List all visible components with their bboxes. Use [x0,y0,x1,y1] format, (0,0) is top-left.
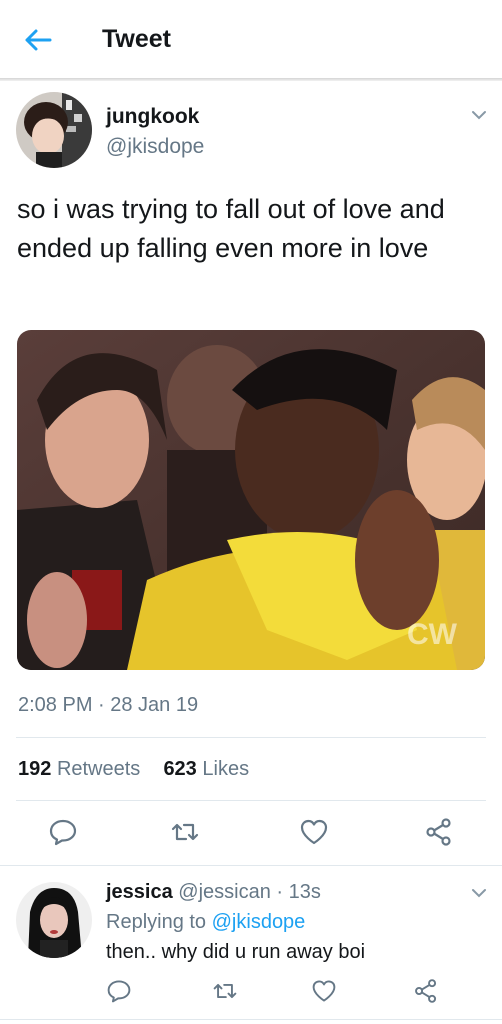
reply-author-name[interactable]: jessica [106,881,173,903]
author-name[interactable]: jungkook [106,105,199,129]
divider [0,1019,502,1020]
retweet-button[interactable] [212,978,238,1004]
tweet-media[interactable]: CW [17,330,485,670]
divider [16,737,486,738]
media-watermark: CW [407,618,458,651]
chevron-down-icon[interactable] [470,884,488,902]
author-avatar[interactable] [16,92,92,168]
avatar-photo [16,882,92,958]
reply-icon [107,980,131,1003]
chevron-down-icon[interactable] [470,106,488,124]
replying-to: Replying to @jkisdope [106,911,305,934]
heart-icon [300,819,328,845]
divider [0,865,502,866]
avatar-photo [16,92,92,168]
like-button[interactable] [311,978,337,1004]
page-title: Tweet [102,25,171,53]
share-button[interactable] [424,817,454,847]
retweet-icon [171,823,199,841]
author-handle[interactable]: @jkisdope [106,135,204,159]
reply-author-handle[interactable]: @jessican [178,881,271,903]
media-photo: CW [17,330,485,670]
reply-button[interactable] [106,978,132,1004]
reply-button[interactable] [48,817,78,847]
reply-header: jessica @jessican · 13s [106,881,321,904]
divider [16,800,486,801]
reply-icon [49,819,77,846]
arrow-left-icon [25,29,52,51]
share-icon [426,818,451,846]
replying-prefix: Replying to [106,911,207,933]
reply-time: 13s [288,881,321,903]
reply-dot: · [276,881,284,903]
like-count[interactable]: 623 [163,758,196,780]
tweet-text: so i was trying to fall out of love and … [17,194,445,263]
like-button[interactable] [299,817,329,847]
like-label[interactable]: Likes [202,758,249,780]
share-button[interactable] [413,978,439,1004]
tweet-timestamp: 2:08 PM · 28 Jan 19 [18,694,199,716]
replying-handle-link[interactable]: @jkisdope [212,911,306,933]
retweet-label[interactable]: Retweets [57,758,140,780]
back-button[interactable] [22,24,54,56]
header-divider [0,78,502,81]
share-icon [415,979,437,1003]
reply-author-avatar[interactable] [16,882,92,958]
retweet-icon [213,983,237,999]
top-bar: Tweet [0,0,502,78]
tweet-stats: 192 Retweets 623 Likes [18,758,249,781]
reply-text: then.. why did u run away boi [106,941,366,963]
retweet-count[interactable]: 192 [18,758,51,780]
retweet-button[interactable] [170,817,200,847]
heart-icon [312,980,336,1002]
